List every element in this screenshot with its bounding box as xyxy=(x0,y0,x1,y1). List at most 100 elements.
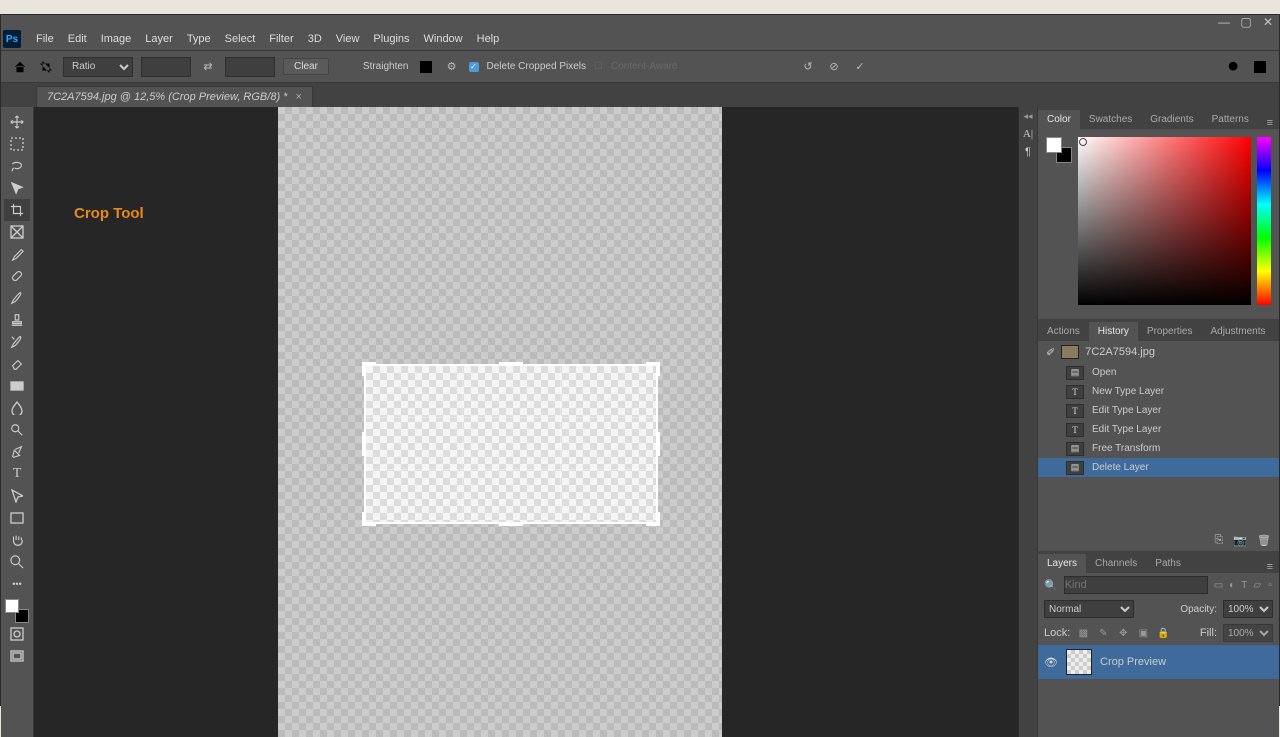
history-item[interactable]: TEdit Type Layer xyxy=(1038,401,1279,420)
menu-help[interactable]: Help xyxy=(470,33,507,45)
tab-channels[interactable]: Channels xyxy=(1086,554,1146,573)
paragraph-panel-icon[interactable]: ¶ xyxy=(1025,146,1031,158)
edit-toolbar[interactable]: ••• xyxy=(4,573,30,595)
shape-tool[interactable] xyxy=(4,507,30,529)
tab-history[interactable]: History xyxy=(1089,322,1138,341)
crop-handle[interactable] xyxy=(656,432,660,456)
history-brush-tool[interactable] xyxy=(4,331,30,353)
color-fgbg-swatch[interactable] xyxy=(1046,137,1072,163)
collapse-icon[interactable]: ◂◂ xyxy=(1023,111,1032,122)
clear-button[interactable]: Clear xyxy=(283,58,329,75)
lock-transparency-icon[interactable]: ▩ xyxy=(1076,628,1090,639)
maximize-button[interactable]: ▢ xyxy=(1235,15,1257,29)
tab-properties[interactable]: Properties xyxy=(1138,322,1202,341)
foreground-background-swatch[interactable] xyxy=(5,599,29,623)
menu-image[interactable]: Image xyxy=(94,33,139,45)
history-item[interactable]: TEdit Type Layer xyxy=(1038,420,1279,439)
crop-handle[interactable] xyxy=(656,362,660,376)
hue-slider[interactable] xyxy=(1257,137,1271,305)
layer-row[interactable]: 👁 Crop Preview xyxy=(1038,645,1279,679)
minimize-button[interactable]: — xyxy=(1213,15,1235,29)
menu-view[interactable]: View xyxy=(329,33,367,45)
panel-menu-icon[interactable]: ≡ xyxy=(1261,561,1279,573)
swap-icon[interactable]: ⇄ xyxy=(199,58,217,76)
filter-adjust-icon[interactable]: ◐ xyxy=(1229,580,1235,591)
crop-tool[interactable] xyxy=(4,199,30,221)
crop-region[interactable] xyxy=(364,364,658,524)
menu-select[interactable]: Select xyxy=(218,33,263,45)
color-cursor[interactable] xyxy=(1079,138,1087,146)
tab-paths[interactable]: Paths xyxy=(1146,554,1190,573)
overlay-icon[interactable] xyxy=(417,58,435,76)
straighten-icon[interactable] xyxy=(337,58,355,76)
commit-crop-icon[interactable]: ✓ xyxy=(851,58,869,76)
snapshot-thumb[interactable] xyxy=(1061,345,1079,359)
menu-type[interactable]: Type xyxy=(180,33,218,45)
opacity-select[interactable]: 100% xyxy=(1223,600,1273,618)
menu-file[interactable]: File xyxy=(29,33,61,45)
tab-patterns[interactable]: Patterns xyxy=(1203,110,1258,129)
panel-menu-icon[interactable]: ≡ xyxy=(1261,117,1279,129)
menu-plugins[interactable]: Plugins xyxy=(366,33,416,45)
search-icon[interactable]: 🔍 xyxy=(1044,579,1058,592)
filter-type-icon[interactable]: T xyxy=(1241,580,1247,591)
tab-swatches[interactable]: Swatches xyxy=(1080,110,1141,129)
cancel-crop-icon[interactable]: ⊘ xyxy=(825,58,843,76)
crop-handle[interactable] xyxy=(362,432,366,456)
layer-filter-input[interactable] xyxy=(1064,576,1208,594)
gradient-tool[interactable] xyxy=(4,375,30,397)
blend-mode-select[interactable]: Normal xyxy=(1044,600,1134,618)
hand-tool[interactable] xyxy=(4,529,30,551)
screen-mode-button[interactable] xyxy=(4,645,30,667)
crop-width-input[interactable] xyxy=(141,57,191,77)
type-tool[interactable]: T xyxy=(4,463,30,485)
color-field[interactable] xyxy=(1078,137,1251,305)
crop-icon[interactable] xyxy=(37,58,55,76)
tab-actions[interactable]: Actions xyxy=(1038,322,1089,341)
healing-tool[interactable] xyxy=(4,265,30,287)
home-icon[interactable] xyxy=(11,58,29,76)
move-tool[interactable] xyxy=(4,111,30,133)
filter-shape-icon[interactable]: ▱ xyxy=(1253,580,1261,591)
filter-pixel-icon[interactable]: ▭ xyxy=(1214,580,1223,591)
frame-tool[interactable] xyxy=(4,221,30,243)
menu-window[interactable]: Window xyxy=(417,33,470,45)
history-brush-source-icon[interactable]: ✐ xyxy=(1046,346,1055,359)
delete-cropped-checkbox[interactable]: ✓ xyxy=(469,62,479,72)
character-panel-icon[interactable]: A| xyxy=(1023,128,1033,140)
workspace-icon[interactable] xyxy=(1251,58,1269,76)
crop-handle[interactable] xyxy=(656,512,660,526)
lock-position-icon[interactable]: ✥ xyxy=(1116,628,1130,639)
menu-edit[interactable]: Edit xyxy=(61,33,94,45)
snapshot-icon[interactable]: 📷 xyxy=(1233,534,1247,547)
dodge-tool[interactable] xyxy=(4,419,30,441)
canvas-area[interactable]: Crop Tool xyxy=(34,107,1018,737)
pen-tool[interactable] xyxy=(4,441,30,463)
history-item[interactable]: ▤Delete Layer xyxy=(1038,458,1279,477)
eraser-tool[interactable] xyxy=(4,353,30,375)
crop-handle[interactable] xyxy=(362,362,366,376)
history-item[interactable]: TNew Type Layer xyxy=(1038,382,1279,401)
reset-icon[interactable]: ↺ xyxy=(799,58,817,76)
panel-menu-icon[interactable]: ≡ xyxy=(1275,329,1280,341)
history-item[interactable]: ▤Free Transform xyxy=(1038,439,1279,458)
tab-color[interactable]: Color xyxy=(1038,110,1080,129)
search-icon[interactable] xyxy=(1225,58,1243,76)
zoom-tool[interactable] xyxy=(4,551,30,573)
crop-handle[interactable] xyxy=(362,512,366,526)
lock-all-icon[interactable]: 🔒 xyxy=(1156,628,1170,639)
menu-layer[interactable]: Layer xyxy=(138,33,180,45)
tab-layers[interactable]: Layers xyxy=(1038,554,1086,573)
eyedropper-tool[interactable] xyxy=(4,243,30,265)
crop-height-input[interactable] xyxy=(225,57,275,77)
lock-artboard-icon[interactable]: ▣ xyxy=(1136,628,1150,639)
layer-thumb[interactable] xyxy=(1066,649,1092,675)
path-select-tool[interactable] xyxy=(4,485,30,507)
crop-handle[interactable] xyxy=(499,362,523,366)
menu-filter[interactable]: Filter xyxy=(262,33,300,45)
new-doc-from-state-icon[interactable]: ⎘ xyxy=(1215,534,1224,547)
quick-mask-button[interactable] xyxy=(4,623,30,645)
filter-smart-icon[interactable]: ▫ xyxy=(1267,580,1273,591)
quick-select-tool[interactable] xyxy=(4,177,30,199)
document-tab[interactable]: 7C2A7594.jpg @ 12,5% (Crop Preview, RGB/… xyxy=(36,86,313,107)
